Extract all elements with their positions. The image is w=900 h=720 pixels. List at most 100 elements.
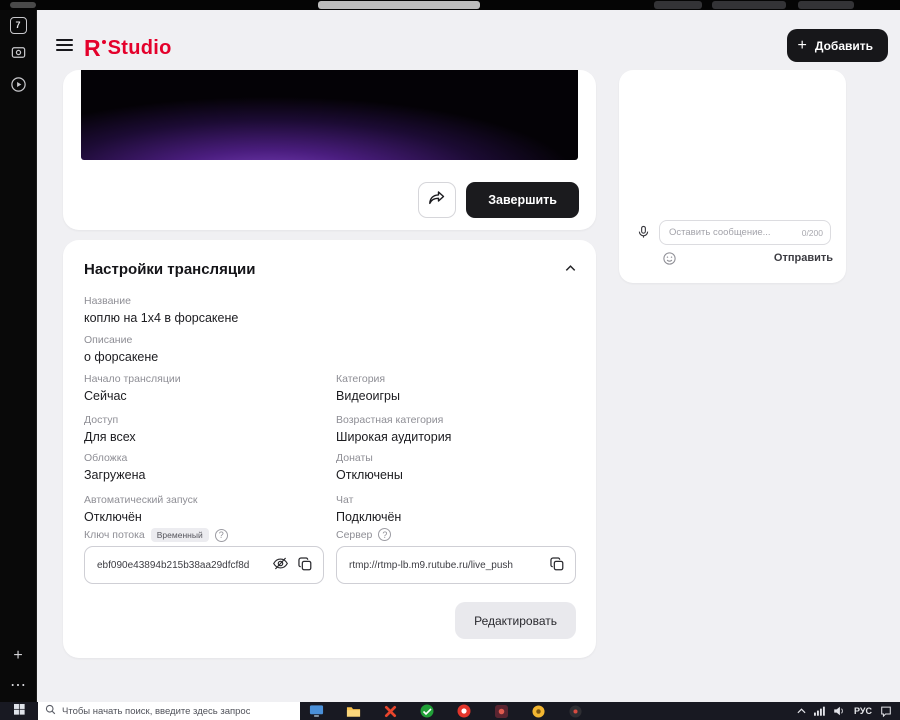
stream-key-field bbox=[84, 546, 324, 584]
plus-icon: + bbox=[13, 647, 23, 664]
taskbar-app-icon[interactable] bbox=[419, 703, 435, 719]
add-button-label: Добавить bbox=[814, 38, 873, 53]
browser-chrome-fragment bbox=[712, 1, 786, 9]
taskbar-apps bbox=[308, 703, 583, 719]
play-icon bbox=[10, 76, 27, 98]
logo-r: R bbox=[84, 35, 101, 61]
char-counter: 0/200 bbox=[801, 227, 823, 238]
mic-icon bbox=[636, 224, 651, 243]
server-label-row: Сервер ? bbox=[336, 528, 392, 541]
field-age-category: Возрастная категория Широкая аудитория bbox=[336, 414, 452, 444]
smiley-icon bbox=[662, 251, 677, 269]
rail-more-button[interactable]: ⋯ bbox=[0, 676, 36, 696]
screen: 7 + ⋯ R Studio + Добавить Завершить Оста… bbox=[0, 0, 900, 720]
windows-logo-icon bbox=[13, 702, 25, 720]
taskbar-app-icon[interactable] bbox=[345, 703, 361, 719]
field-chat: Чат Подключён bbox=[336, 494, 402, 524]
browser-chrome-fragment bbox=[654, 1, 702, 9]
network-tray-icon[interactable] bbox=[814, 705, 825, 717]
app-logo[interactable]: R Studio bbox=[84, 35, 172, 61]
eye-off-icon bbox=[272, 555, 289, 575]
stream-settings-card: Настройки трансляции Название коплю на 1… bbox=[63, 240, 596, 658]
copy-key-button[interactable] bbox=[295, 555, 315, 575]
rail-tab-counter[interactable]: 7 bbox=[0, 16, 36, 34]
stream-key-label: Ключ потока bbox=[84, 529, 145, 541]
share-button[interactable] bbox=[418, 182, 457, 218]
plus-icon: + bbox=[797, 36, 807, 54]
chevron-up-icon bbox=[797, 708, 806, 714]
taskbar-app-icon[interactable] bbox=[308, 703, 324, 719]
browser-chrome-fragment bbox=[798, 1, 854, 9]
rail-play-button[interactable] bbox=[0, 76, 36, 98]
add-button[interactable]: + Добавить bbox=[786, 29, 888, 62]
system-tray: РУС bbox=[797, 705, 900, 717]
field-access: Доступ Для всех bbox=[84, 414, 136, 444]
stream-key-input[interactable] bbox=[95, 558, 265, 572]
video-preview[interactable] bbox=[81, 70, 578, 160]
edit-button[interactable]: Редактировать bbox=[455, 602, 576, 639]
taskbar-app-icon[interactable] bbox=[493, 703, 509, 719]
tray-expand-button[interactable] bbox=[797, 708, 806, 714]
taskbar-app-icon[interactable] bbox=[456, 703, 472, 719]
language-indicator[interactable]: РУС bbox=[854, 706, 872, 716]
toggle-key-visibility-button[interactable] bbox=[270, 555, 290, 575]
copy-icon bbox=[549, 556, 565, 575]
emoji-button[interactable] bbox=[660, 251, 678, 269]
taskbar-search[interactable]: Чтобы начать поиск, введите здесь запрос bbox=[38, 702, 300, 720]
rail-screenshot-button[interactable] bbox=[0, 46, 36, 64]
copy-server-button[interactable] bbox=[547, 555, 567, 575]
finish-stream-button[interactable]: Завершить bbox=[466, 182, 579, 218]
server-field bbox=[336, 546, 576, 584]
field-donations: Донаты Отключены bbox=[336, 452, 403, 482]
stream-key-badge: Временный bbox=[150, 528, 209, 542]
stream-key-label-row: Ключ потока Временный ? bbox=[84, 528, 228, 542]
field-start-time: Начало трансляции Сейчас bbox=[84, 373, 181, 403]
notification-icon bbox=[881, 706, 891, 717]
menu-button[interactable] bbox=[56, 39, 73, 53]
browser-chrome-fragment bbox=[318, 1, 480, 9]
browser-side-rail: 7 + ⋯ bbox=[0, 10, 37, 702]
collapse-button[interactable] bbox=[560, 260, 580, 280]
rutube-studio-app: R Studio + Добавить Завершить Оставить с… bbox=[37, 10, 900, 702]
field-category: Категория Видеоигры bbox=[336, 373, 400, 403]
menu-bar bbox=[56, 39, 73, 41]
mic-button[interactable] bbox=[632, 222, 654, 244]
menu-bar bbox=[56, 49, 73, 51]
taskbar-app-icon[interactable] bbox=[530, 703, 546, 719]
tab-counter-badge: 7 bbox=[9, 16, 27, 34]
chat-message-input[interactable] bbox=[667, 226, 798, 239]
server-label: Сервер bbox=[336, 528, 373, 541]
camera-icon bbox=[10, 44, 27, 66]
copy-icon bbox=[297, 556, 313, 575]
chevron-up-icon bbox=[563, 261, 578, 279]
settings-title: Настройки трансляции bbox=[84, 261, 256, 278]
video-preview-card: Завершить bbox=[63, 70, 596, 230]
rail-add-button[interactable]: + bbox=[0, 646, 36, 666]
taskbar-app-icon[interactable] bbox=[382, 703, 398, 719]
menu-bar bbox=[56, 44, 73, 46]
help-icon[interactable]: ? bbox=[214, 528, 228, 542]
taskbar: Чтобы начать поиск, введите здесь запрос… bbox=[0, 702, 900, 720]
chat-input-wrapper: 0/200 bbox=[659, 220, 831, 245]
search-icon bbox=[45, 702, 56, 720]
browser-chrome-strip bbox=[0, 0, 900, 10]
browser-chrome-fragment bbox=[10, 2, 36, 8]
video-actions: Завершить bbox=[418, 182, 579, 218]
share-icon bbox=[428, 190, 446, 211]
field-cover: Обложка Загружена bbox=[84, 452, 146, 482]
help-icon[interactable]: ? bbox=[378, 528, 392, 541]
send-button[interactable]: Отправить bbox=[774, 252, 833, 264]
field-autostart: Автоматический запуск Отключён bbox=[84, 494, 198, 524]
logo-dot bbox=[101, 40, 106, 44]
field-description: Описание о форсакене bbox=[84, 334, 159, 364]
taskbar-app-icon[interactable] bbox=[567, 703, 583, 719]
ellipsis-icon: ⋯ bbox=[10, 677, 26, 694]
volume-tray-icon[interactable] bbox=[833, 705, 846, 717]
chat-panel: 0/200 Отправить bbox=[619, 70, 846, 283]
field-name: Название коплю на 1х4 в форсакене bbox=[84, 295, 239, 325]
server-input[interactable] bbox=[347, 558, 542, 572]
search-placeholder: Чтобы начать поиск, введите здесь запрос bbox=[62, 705, 251, 717]
logo-text: Studio bbox=[107, 37, 172, 59]
notification-button[interactable] bbox=[880, 705, 892, 717]
start-button[interactable] bbox=[0, 702, 38, 720]
